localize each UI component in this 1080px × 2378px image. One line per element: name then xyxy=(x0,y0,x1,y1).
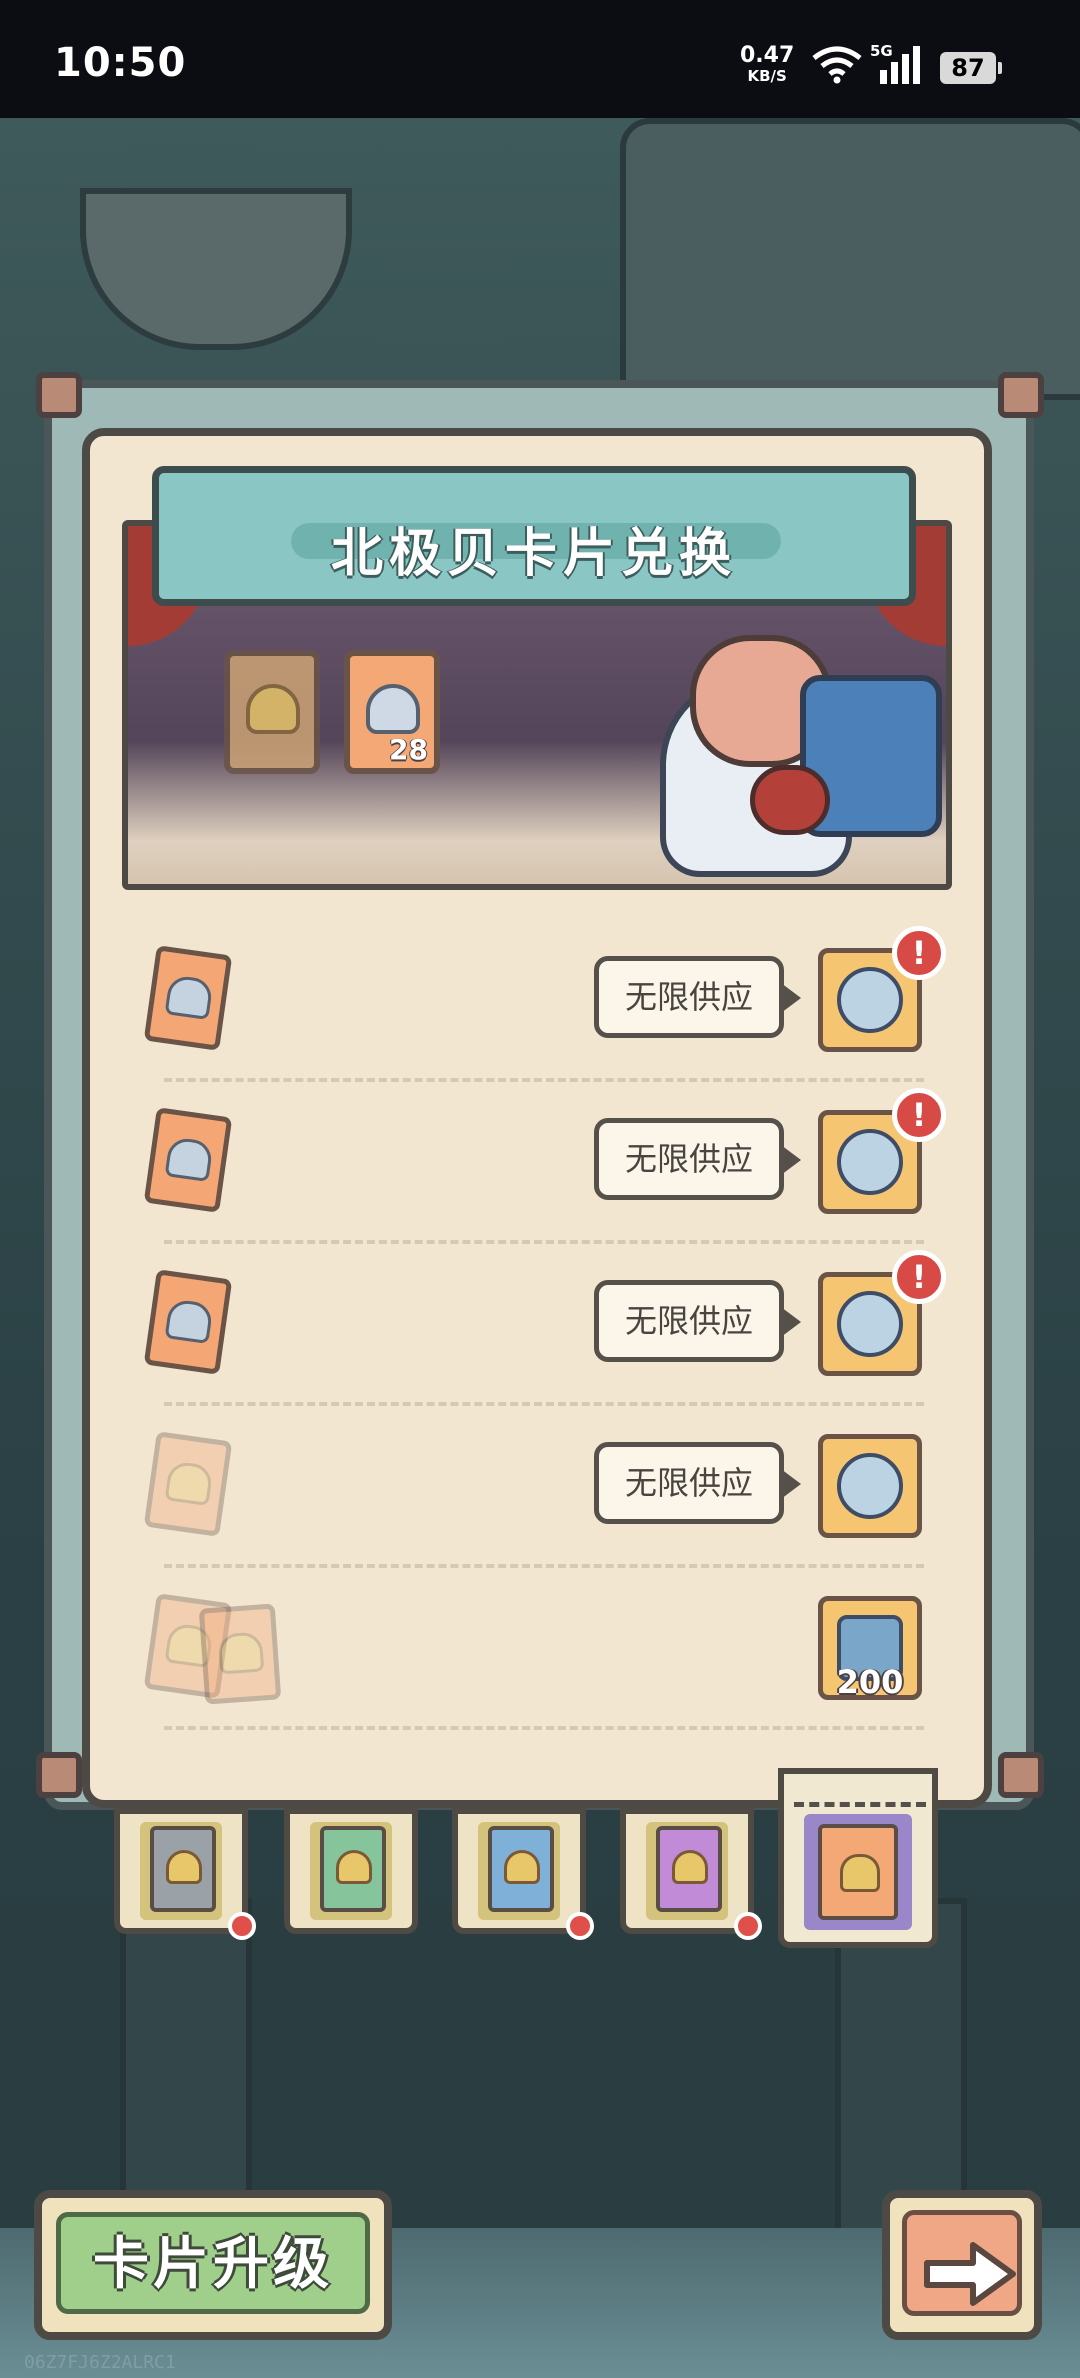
title-banner: 北极贝卡片兑换 xyxy=(152,466,916,606)
cost-card-icon xyxy=(143,1107,233,1213)
notification-dot-icon xyxy=(228,1912,256,1940)
clock: 10:50 xyxy=(54,40,187,86)
character-icon xyxy=(246,684,300,734)
network-speed: 0.47 KB/S xyxy=(740,43,795,86)
character-icon xyxy=(840,1854,880,1892)
character-icon xyxy=(504,1850,540,1884)
card-tab[interactable] xyxy=(114,1808,256,1940)
notification-dot-icon xyxy=(734,1912,762,1940)
tab-card-icon xyxy=(488,1826,554,1912)
arrow-right-icon xyxy=(924,2242,1016,2306)
character-icon xyxy=(166,1850,202,1884)
cost-card-icon xyxy=(143,1431,233,1537)
showcase-card-empty[interactable] xyxy=(224,650,320,774)
corner-bolt xyxy=(36,372,82,418)
supply-label: 无限供应 xyxy=(594,956,801,1038)
supply-label: 无限供应 xyxy=(594,1442,801,1524)
alert-badge-icon: ! xyxy=(892,1088,946,1142)
character-icon xyxy=(217,1631,265,1675)
merchant-character xyxy=(650,615,942,877)
machine-tower-decoration xyxy=(620,118,1080,400)
battery-icon: 87 xyxy=(940,52,1002,84)
signal-icon: 5G xyxy=(870,42,926,90)
notification-dot-icon xyxy=(566,1912,594,1940)
character-icon xyxy=(336,1850,372,1884)
character-icon xyxy=(366,684,420,734)
ornate-shell-icon xyxy=(837,967,903,1033)
ornate-shell-icon xyxy=(837,1129,903,1195)
airship-decoration xyxy=(80,188,352,350)
card-upgrade-button[interactable]: 卡片升级 xyxy=(34,2190,392,2340)
next-button-face xyxy=(902,2210,1022,2316)
status-bar: 10:50 0.47 KB/S 5G 87 xyxy=(0,0,1080,118)
network-speed-value: 0.47 xyxy=(740,43,795,68)
character-icon xyxy=(164,974,214,1021)
reward-item[interactable]: 200 xyxy=(818,1596,922,1701)
supply-label: 无限供应 xyxy=(594,1118,801,1200)
character-icon xyxy=(164,1298,214,1345)
corner-bolt xyxy=(998,372,1044,418)
card-tab[interactable] xyxy=(778,1768,938,1948)
next-button[interactable] xyxy=(882,2190,1042,2340)
exchange-row[interactable]: 200 xyxy=(140,1568,940,1730)
cost-card-icon xyxy=(143,945,233,1051)
coin-sack-icon xyxy=(750,765,830,835)
cost-card-icon xyxy=(198,1603,282,1705)
corner-bolt xyxy=(998,1752,1044,1798)
cost-card-icon xyxy=(143,1269,233,1375)
card-tab[interactable] xyxy=(452,1808,594,1940)
card-tab[interactable] xyxy=(284,1808,418,1934)
card-tab[interactable] xyxy=(620,1808,762,1940)
exchange-row[interactable]: 无限供应! xyxy=(140,920,946,1082)
network-speed-unit: KB/S xyxy=(747,67,787,85)
network-type: 5G xyxy=(870,42,893,60)
card-count: 28 xyxy=(389,733,428,766)
exchange-row[interactable]: 无限供应 xyxy=(140,1406,940,1568)
showcase-card-owned[interactable]: 28 xyxy=(344,650,440,774)
corner-bolt xyxy=(36,1752,82,1798)
wifi-icon xyxy=(812,46,862,84)
character-icon xyxy=(164,1136,214,1183)
card-upgrade-label: 卡片升级 xyxy=(56,2212,370,2314)
exchange-row[interactable]: 无限供应! xyxy=(140,1082,946,1244)
watermark: 06Z7FJ6Z2ALRC1 xyxy=(24,2352,176,2373)
supply-label: 无限供应 xyxy=(594,1280,801,1362)
character-icon xyxy=(164,1460,214,1507)
tab-card-icon xyxy=(150,1826,216,1912)
tab-tear-line xyxy=(794,1802,926,1807)
alert-badge-icon: ! xyxy=(892,926,946,980)
character-icon xyxy=(672,1850,708,1884)
tab-card-icon xyxy=(818,1824,898,1920)
tab-card-icon xyxy=(656,1826,722,1912)
row-divider xyxy=(164,1726,924,1730)
reward-quantity: 200 xyxy=(836,1663,904,1701)
reward-item[interactable] xyxy=(818,1434,922,1538)
tab-card-icon xyxy=(320,1826,386,1912)
alert-badge-icon: ! xyxy=(892,1250,946,1304)
ornate-shell-icon xyxy=(837,1453,903,1519)
ornate-shell-icon xyxy=(837,1291,903,1357)
exchange-row[interactable]: 无限供应! xyxy=(140,1244,946,1406)
page-title: 北极贝卡片兑换 xyxy=(330,524,737,584)
